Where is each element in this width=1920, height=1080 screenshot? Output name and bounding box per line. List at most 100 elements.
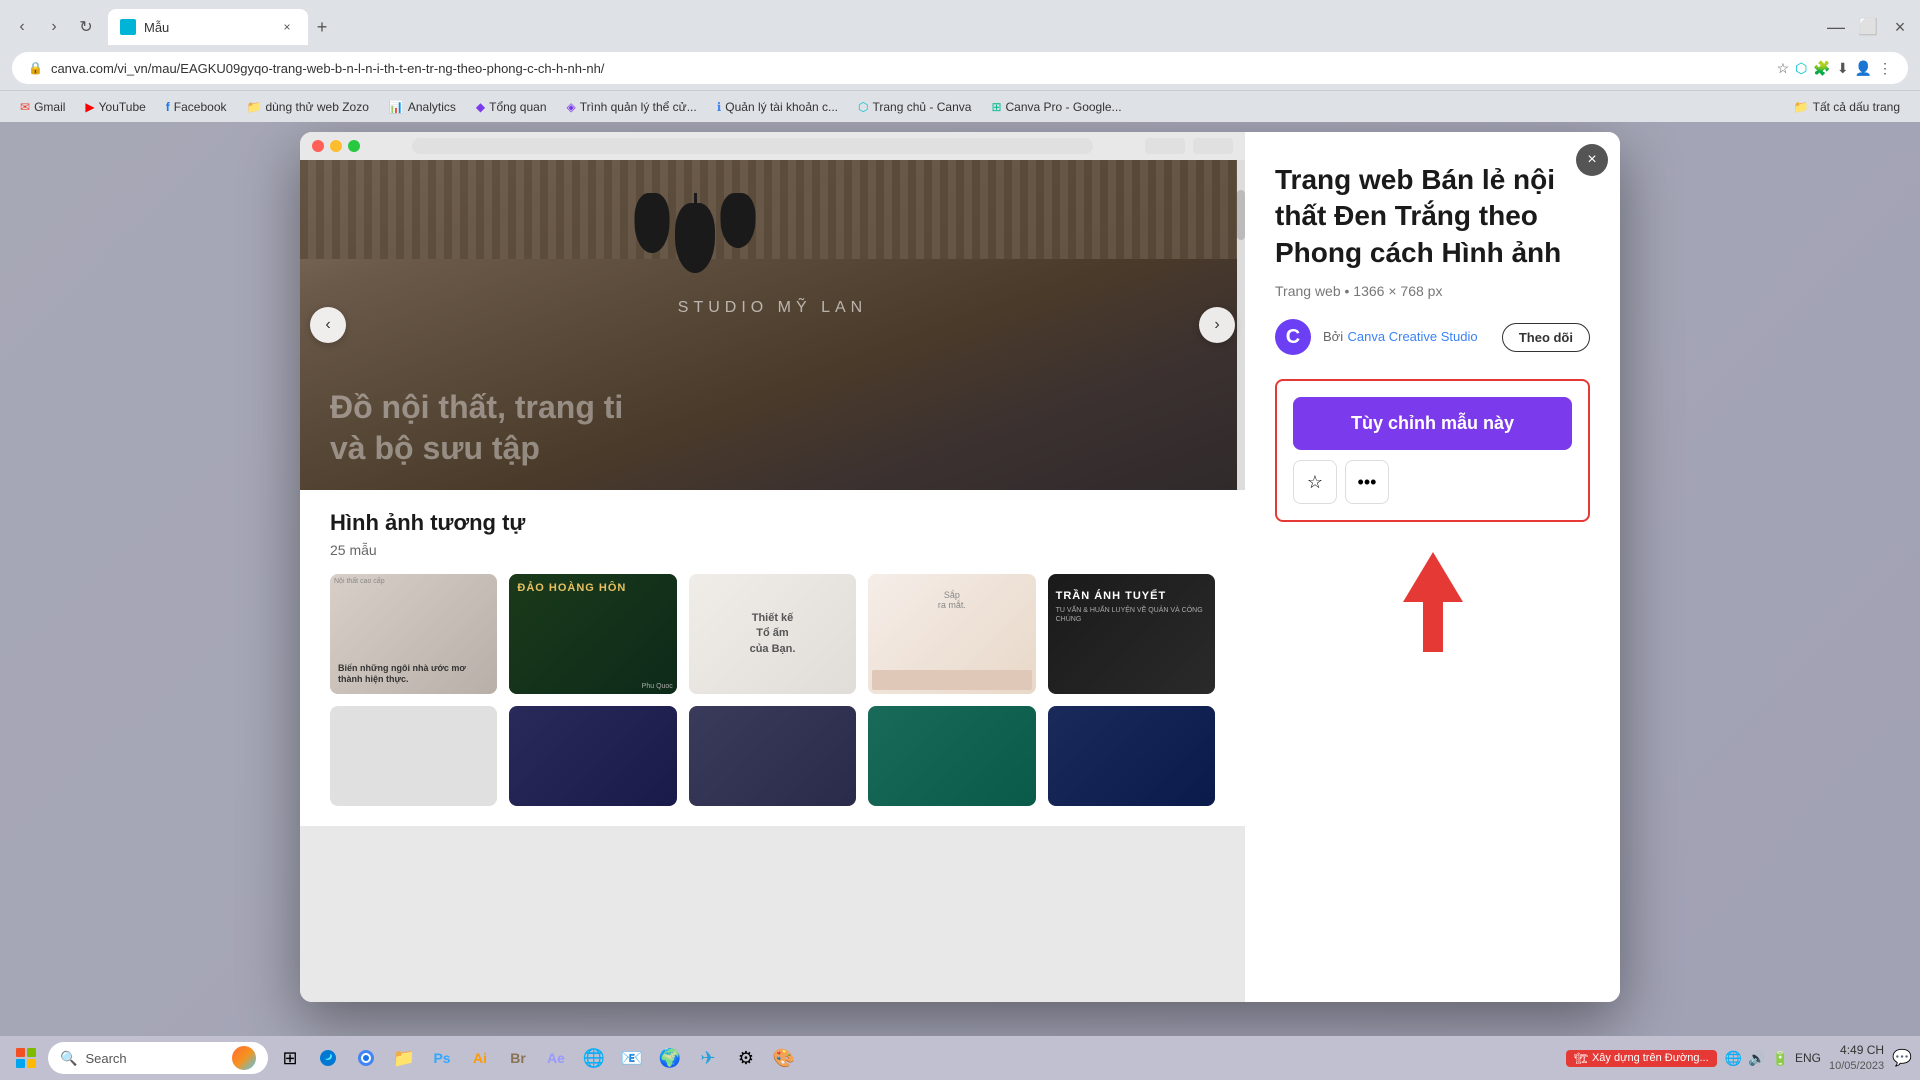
card-2-sub: Phu Quoc <box>642 683 673 690</box>
taskbar-app-paint[interactable]: 🎨 <box>766 1040 802 1076</box>
bookmark-trinh[interactable]: ◈ Trình quản lý thể cử... <box>559 98 705 116</box>
prev-arrow-button[interactable]: ‹ <box>310 307 346 343</box>
taskbar-app-fileexplorer[interactable]: 📁 <box>386 1040 422 1076</box>
author-row: C Bởi Canva Creative Studio Theo dõi <box>1275 319 1590 355</box>
more-options-button[interactable]: ••• <box>1345 460 1389 504</box>
bookmark-gmail[interactable]: ✉ Gmail <box>12 98 73 116</box>
bookmark-youtube[interactable]: ▶ YouTube <box>77 98 153 116</box>
folder-icon: 📁 <box>247 100 262 114</box>
author-name-link[interactable]: Canva Creative Studio <box>1348 329 1478 344</box>
facebook-icon: f <box>166 100 170 114</box>
bookmark-trangchu[interactable]: ⬡ Trang chủ - Canva <box>850 98 979 116</box>
battery-icon[interactable]: 🔋 <box>1772 1050 1789 1067</box>
active-tab[interactable]: Mẫu × <box>108 9 308 45</box>
similar-grid-row2 <box>330 706 1215 806</box>
download-icon[interactable]: ⬇ <box>1837 60 1849 77</box>
volume-icon[interactable]: 🔊 <box>1748 1050 1765 1067</box>
similar-count: 25 mẫu <box>330 542 1215 558</box>
profile-icon[interactable]: 👤 <box>1855 60 1872 77</box>
card-1-bg: Nội thất cao cấp Biến những ngôi nhà ước… <box>330 574 497 694</box>
taskbar-app-chrome[interactable] <box>348 1040 384 1076</box>
notification-center-icon[interactable]: 💬 <box>1892 1048 1912 1068</box>
bookmark-tongquan-label: Tổng quan <box>489 100 546 114</box>
taskbar-app-edge2[interactable]: 🌐 <box>576 1040 612 1076</box>
bookmark-tongquan[interactable]: ◆ Tổng quan <box>468 98 555 116</box>
taskbar-app-ae[interactable]: Ae <box>538 1040 574 1076</box>
similar-card-10[interactable] <box>1048 706 1215 806</box>
forward-button[interactable]: › <box>40 13 68 41</box>
menu-icon[interactable]: ⋮ <box>1878 60 1892 77</box>
taskbar-clock[interactable]: 4:49 CH 10/05/2023 <box>1829 1042 1884 1074</box>
similar-card-2[interactable]: ĐẢO HOÀNG HÔN Phu Quoc <box>509 574 676 694</box>
tab-label: Mẫu <box>144 20 270 35</box>
maximize-button[interactable]: ⬜ <box>1856 15 1880 39</box>
star-icon[interactable]: ☆ <box>1777 60 1790 77</box>
taskbar-search-bar[interactable]: 🔍 Search <box>48 1042 268 1074</box>
room-background: STUDIO MỸ LAN Đồ nội thất, trang ti và b… <box>300 160 1245 490</box>
bookmark-quanly[interactable]: ℹ Quản lý tài khoản c... <box>709 98 846 116</box>
similar-card-7[interactable] <box>509 706 676 806</box>
taskbar-app-photoshop[interactable]: Ps <box>424 1040 460 1076</box>
start-button[interactable] <box>8 1040 44 1076</box>
reload-button[interactable]: ↻ <box>72 13 100 41</box>
preview-window-controls <box>1145 138 1233 154</box>
gmail-icon: ✉ <box>20 100 30 114</box>
win-quad-blue <box>16 1059 25 1068</box>
similar-card-3[interactable]: Thiết kếTổ ấmcủa Bạn. <box>689 574 856 694</box>
similar-card-4[interactable]: Sắpra mắt. <box>868 574 1035 694</box>
similar-card-5[interactable]: TRẦN ÁNH TUYẾT TU VẤN & HUẤN LUYỆN VỀ QU… <box>1048 574 1215 694</box>
taskbar-app-chrome2[interactable]: 🌍 <box>652 1040 688 1076</box>
pendant-shade-3 <box>721 193 756 248</box>
bookmark-facebook-label: Facebook <box>174 100 227 114</box>
follow-button[interactable]: Theo dõi <box>1502 323 1590 352</box>
extensions-icon[interactable]: 🧩 <box>1813 60 1830 77</box>
bookmark-zozo[interactable]: 📁 dùng thử web Zozo <box>239 98 377 116</box>
close-window-button[interactable]: × <box>1888 15 1912 39</box>
language-indicator[interactable]: ENG <box>1795 1051 1821 1065</box>
nav-controls: ‹ › ↻ <box>8 13 100 41</box>
bookmark-analytics[interactable]: 📊 Analytics <box>381 98 464 116</box>
similar-card-9[interactable] <box>868 706 1035 806</box>
card-5-label: TRẦN ÁNH TUYẾT <box>1056 590 1207 602</box>
preview-scrollbar[interactable] <box>1237 160 1245 490</box>
star-button[interactable]: ☆ <box>1293 460 1337 504</box>
card-3-bg: Thiết kếTổ ấmcủa Bạn. <box>689 574 856 694</box>
pendant-wire-1 <box>651 193 654 253</box>
clock-time: 4:49 CH <box>1829 1042 1884 1059</box>
taskbar-app-illustrator[interactable]: Ai <box>462 1040 498 1076</box>
card-1-top-label: Nội thất cao cấp <box>334 578 385 585</box>
taskbar-app-settings[interactable]: ⚙ <box>728 1040 764 1076</box>
minimize-button[interactable]: — <box>1824 15 1848 39</box>
modal-close-button[interactable]: × <box>1576 144 1608 176</box>
taskbar-app-outlook[interactable]: 📧 <box>614 1040 650 1076</box>
preview-image-area: STUDIO MỸ LAN Đồ nội thất, trang ti và b… <box>300 160 1245 490</box>
bookmark-zozo-label: dùng thử web Zozo <box>265 100 368 114</box>
next-arrow-button[interactable]: › <box>1199 307 1235 343</box>
taskbar-app-edge[interactable] <box>310 1040 346 1076</box>
taskbar-notification[interactable]: 🏗 Xây dựng trên Đường... <box>1566 1050 1717 1067</box>
card-5-sub: TU VẤN & HUẤN LUYỆN VỀ QUẢN VÀ CÔNG CHÚN… <box>1056 606 1207 624</box>
network-icon[interactable]: 🌐 <box>1725 1050 1742 1067</box>
taskbar-app-bridge[interactable]: Br <box>500 1040 536 1076</box>
card-10-bg <box>1048 706 1215 806</box>
similar-card-1[interactable]: Nội thất cao cấp Biến những ngôi nhà ước… <box>330 574 497 694</box>
similar-card-8[interactable] <box>689 706 856 806</box>
bookmark-all[interactable]: 📁 Tất cả dấu trang <box>1786 98 1908 116</box>
preview-ctrl-1 <box>1145 138 1185 154</box>
browser-chrome: ‹ › ↻ Mẫu × + — ⬜ × 🔒 canva.com/vi_vn/ma… <box>0 0 1920 122</box>
bookmark-facebook[interactable]: f Facebook <box>158 98 235 116</box>
bookmark-trangchu-label: Trang chủ - Canva <box>873 100 972 114</box>
taskbar-app-telegram[interactable]: ✈ <box>690 1040 726 1076</box>
bookmark-canvapro[interactable]: ⊞ Canva Pro - Google... <box>983 98 1129 116</box>
address-bar-row: 🔒 canva.com/vi_vn/mau/EAGKU09gyqo-trang-… <box>0 46 1920 90</box>
address-bar[interactable]: 🔒 canva.com/vi_vn/mau/EAGKU09gyqo-trang-… <box>12 52 1908 84</box>
tab-close-button[interactable]: × <box>278 18 296 36</box>
back-button[interactable]: ‹ <box>8 13 36 41</box>
card-7-bg <box>509 706 676 806</box>
taskbar-app-widgets[interactable]: ⊞ <box>272 1040 308 1076</box>
dot-red <box>312 140 324 152</box>
similar-card-6[interactable] <box>330 706 497 806</box>
customize-button[interactable]: Tùy chỉnh mẫu này <box>1293 397 1572 450</box>
new-tab-button[interactable]: + <box>308 13 336 41</box>
similar-section: Hình ảnh tương tự 25 mẫu Nội thất cao cấ… <box>300 490 1245 826</box>
